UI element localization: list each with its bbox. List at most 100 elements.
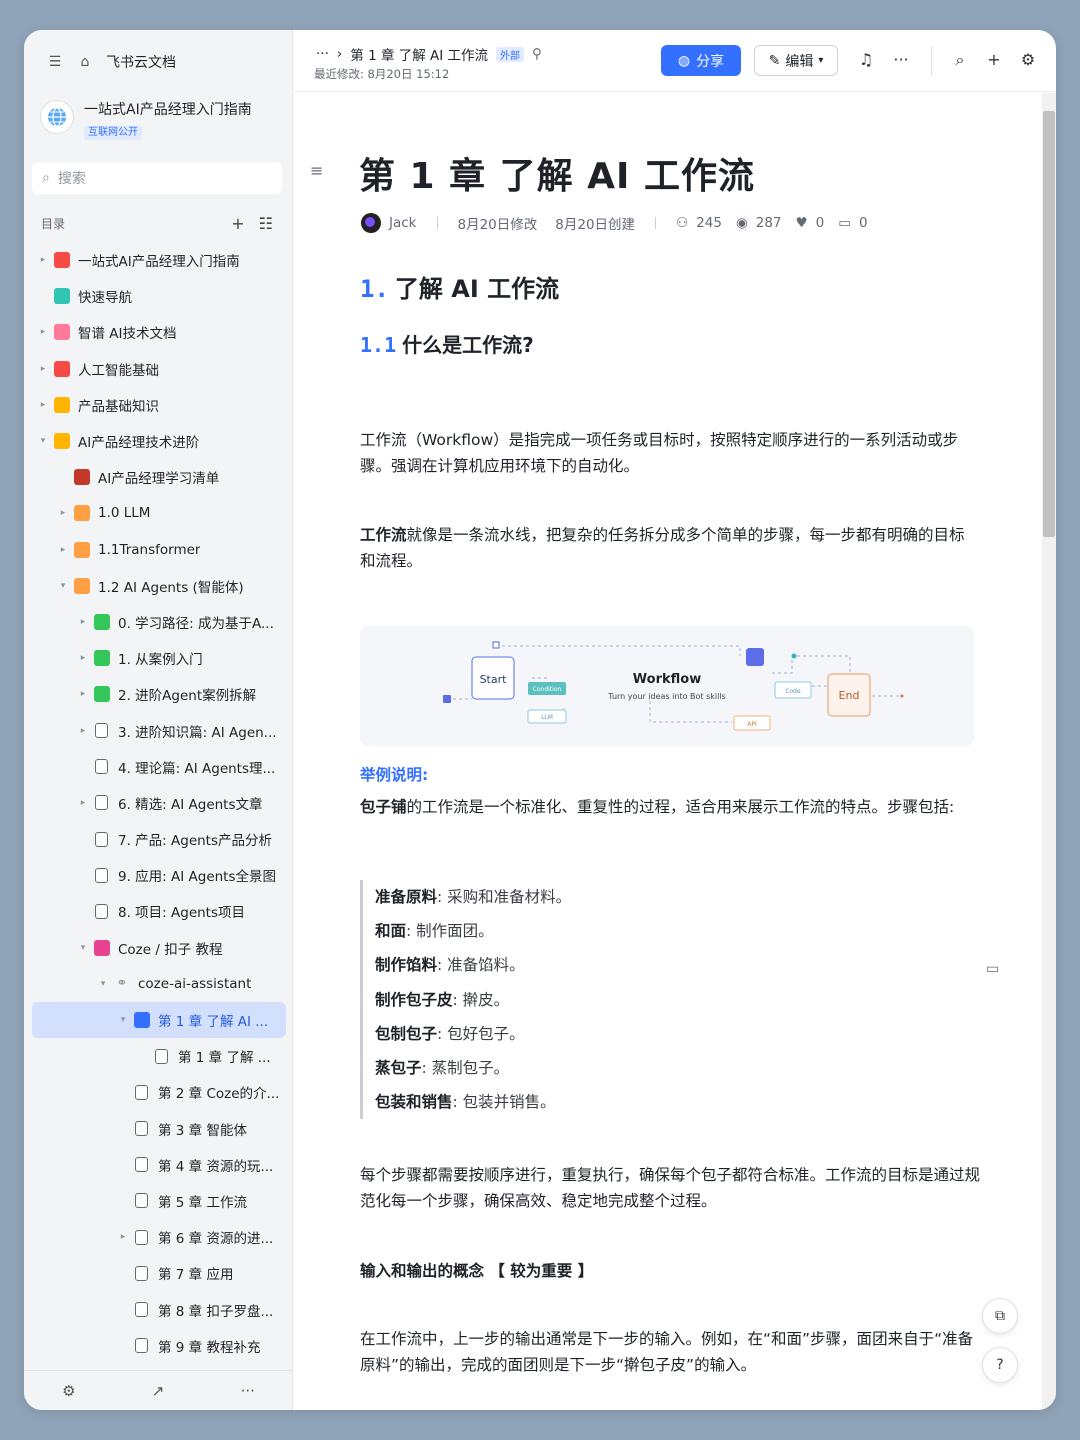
breadcrumb-title[interactable]: 第 1 章 了解 AI 工作流: [350, 44, 488, 64]
gear-icon[interactable]: ⚙: [1018, 50, 1038, 69]
page-emoji-icon: [54, 252, 70, 269]
sidebar-item[interactable]: 第 1 章 了解 ...: [32, 1038, 286, 1074]
sidebar-item[interactable]: ▾ ⚭ coze-ai-assistant: [32, 966, 286, 1002]
sidebar-item[interactable]: 第 4 章 资源的玩...: [32, 1147, 286, 1183]
chevron-right-icon[interactable]: ▸: [76, 653, 90, 663]
thumb-up-icon[interactable]: ♥: [796, 215, 808, 231]
settings-icon[interactable]: ⚙: [62, 1382, 75, 1400]
space-header[interactable]: 一站式AI产品经理入门指南 互联网公开: [40, 100, 252, 140]
chevron-down-icon[interactable]: ▾: [76, 943, 90, 953]
page-emoji-icon: [74, 469, 90, 486]
sidebar-item[interactable]: 第 9 章 教程补充: [32, 1328, 286, 1364]
sidebar-item[interactable]: ▸ 第 6 章 资源的进...: [32, 1219, 286, 1255]
pin-icon[interactable]: ⚲: [532, 46, 542, 62]
sidebar-item[interactable]: ▾ AI产品经理技术进阶: [32, 423, 286, 459]
step-item: 制作馅料: 准备馅料。: [375, 948, 571, 982]
sidebar-item-label: AI产品经理学习清单: [98, 471, 220, 488]
copy-link-icon[interactable]: ⧉: [982, 1298, 1018, 1334]
sidebar-item[interactable]: 第 7 章 应用: [32, 1255, 286, 1291]
chevron-down-icon[interactable]: ▾: [36, 436, 50, 446]
workflow-figure[interactable]: Start Condition LLM Workflow Turn your i…: [360, 626, 974, 746]
avatar[interactable]: [361, 213, 381, 233]
text: 就像是一条流水线，把复杂的任务拆分成多个简单的步骤，每一步都有明确的目标和流程。: [360, 526, 965, 570]
home-icon[interactable]: ⌂: [76, 53, 94, 71]
sidebar-item[interactable]: ▸ 人工智能基础: [32, 351, 286, 387]
step-item: 包制包子: 包好包子。: [375, 1017, 571, 1051]
comment-icon[interactable]: ▭: [838, 215, 851, 231]
sidebar-item[interactable]: ▸ 2. 进阶Agent案例拆解: [32, 676, 286, 712]
sidebar-item[interactable]: 第 8 章 扣子罗盘...: [32, 1291, 286, 1327]
sidebar-item[interactable]: ▸ 智谱 AI技术文档: [32, 314, 286, 350]
page-emoji-icon: [74, 505, 90, 522]
add-icon[interactable]: +: [984, 50, 1004, 69]
chevron-right-icon[interactable]: ▸: [36, 255, 50, 265]
sidebar-item[interactable]: 快速导航: [32, 278, 286, 314]
doc-icon: [95, 867, 108, 883]
breadcrumb-more[interactable]: ···: [316, 46, 329, 62]
edit-button[interactable]: ✎ 编辑 ▾: [754, 45, 838, 76]
sidebar-item-label: 第 5 章 工作流: [158, 1194, 247, 1211]
sidebar-item[interactable]: 8. 项目: Agents项目: [32, 893, 286, 929]
step-item: 和面: 制作面团。: [375, 914, 571, 948]
share-out-icon[interactable]: ↗: [152, 1382, 165, 1400]
sidebar-item[interactable]: ▸ 产品基础知识: [32, 387, 286, 423]
search-placeholder: 搜索: [57, 171, 86, 187]
sidebar-item[interactable]: 第 5 章 工作流: [32, 1183, 286, 1219]
sidebar-item[interactable]: ▸ 1.0 LLM: [32, 495, 286, 531]
chevron-down-icon[interactable]: ▾: [116, 1015, 130, 1025]
chevron-right-icon[interactable]: ▸: [116, 1232, 130, 1242]
sidebar-item[interactable]: ▸ 3. 进阶知识篇: AI Agen...: [32, 712, 286, 748]
sidebar-item[interactable]: ▸ 0. 学习路径: 成为基于A...: [32, 604, 286, 640]
chevron-down-icon[interactable]: ▾: [56, 581, 70, 591]
sidebar-item[interactable]: ▸ 1.1Transformer: [32, 532, 286, 568]
comment-icon[interactable]: ▭: [986, 961, 999, 977]
sidebar-item[interactable]: ▾ 1.2 AI Agents (智能体): [32, 568, 286, 604]
sidebar-item[interactable]: 9. 应用: AI Agents全景图: [32, 857, 286, 893]
sidebar-item[interactable]: 第 3 章 智能体: [32, 1111, 286, 1147]
sidebar-item[interactable]: ▸ 6. 精选: AI Agents文章: [32, 785, 286, 821]
sidebar-item[interactable]: ▾ 第 1 章 了解 AI ...: [32, 1001, 286, 1039]
search-icon: ⌕: [42, 170, 50, 186]
chevron-right-icon[interactable]: ▸: [76, 689, 90, 699]
collapse-sidebar-icon[interactable]: ☰: [46, 53, 64, 71]
scrollbar-thumb[interactable]: [1043, 111, 1055, 537]
outline-icon[interactable]: ≡: [310, 161, 323, 180]
chevron-right-icon[interactable]: ▸: [36, 364, 50, 374]
sidebar-item[interactable]: 第 2 章 Coze的介...: [32, 1074, 286, 1110]
api-node: API: [747, 721, 757, 728]
sidebar-item[interactable]: 7. 产品: Agents产品分析: [32, 821, 286, 857]
scrollbar[interactable]: [1042, 93, 1056, 1410]
sidebar-item-label: 第 2 章 Coze的介...: [158, 1086, 280, 1103]
chevron-right-icon[interactable]: ▸: [36, 327, 50, 337]
sidebar-item[interactable]: ▾ Coze / 扣子 教程: [32, 930, 286, 966]
sidebar-item[interactable]: ▸ 1. 从案例入门: [32, 640, 286, 676]
list-icon[interactable]: ☷: [259, 214, 273, 233]
doc-icon: [95, 903, 108, 919]
bell-icon[interactable]: ♫: [856, 50, 876, 69]
help-icon[interactable]: ?: [982, 1347, 1018, 1383]
chevron-right-icon[interactable]: ▸: [56, 545, 70, 555]
chevron-right-icon[interactable]: ▸: [76, 798, 90, 808]
add-icon[interactable]: +: [231, 214, 244, 233]
more-icon[interactable]: ···: [241, 1382, 255, 1400]
search-input[interactable]: ⌕ 搜索: [32, 162, 282, 194]
author[interactable]: Jack: [389, 215, 417, 231]
sidebar-item-label: 快速导航: [78, 290, 132, 307]
sidebar-item-label: 1.0 LLM: [98, 505, 151, 522]
doc-icon: [135, 1265, 148, 1281]
page-emoji-icon: [54, 360, 70, 377]
chevron-right-icon[interactable]: ▸: [76, 726, 90, 736]
chevron-right-icon[interactable]: ▸: [56, 508, 70, 518]
chevron-right-icon[interactable]: ▸: [76, 617, 90, 627]
sidebar-item[interactable]: ▸ 一站式AI产品经理入门指南: [32, 242, 286, 278]
chevron-right-icon[interactable]: ▸: [36, 400, 50, 410]
heading-number: 1.1: [360, 333, 397, 357]
more-icon[interactable]: ···: [891, 50, 911, 69]
share-button[interactable]: ◍ 分享: [661, 45, 741, 76]
sidebar-item-label: 0. 学习路径: 成为基于A...: [118, 615, 274, 632]
sidebar-item[interactable]: AI产品经理学习清单: [32, 459, 286, 495]
chevron-down-icon[interactable]: ▾: [96, 979, 110, 989]
app-window: ☰ ⌂ 飞书云文档 一站式AI产品经理入门指南 互联网公开 ⌕ 搜索 目录 + …: [24, 30, 1056, 1410]
search-icon[interactable]: ⌕: [950, 50, 970, 70]
sidebar-item[interactable]: 4. 理论篇: AI Agents理...: [32, 749, 286, 785]
